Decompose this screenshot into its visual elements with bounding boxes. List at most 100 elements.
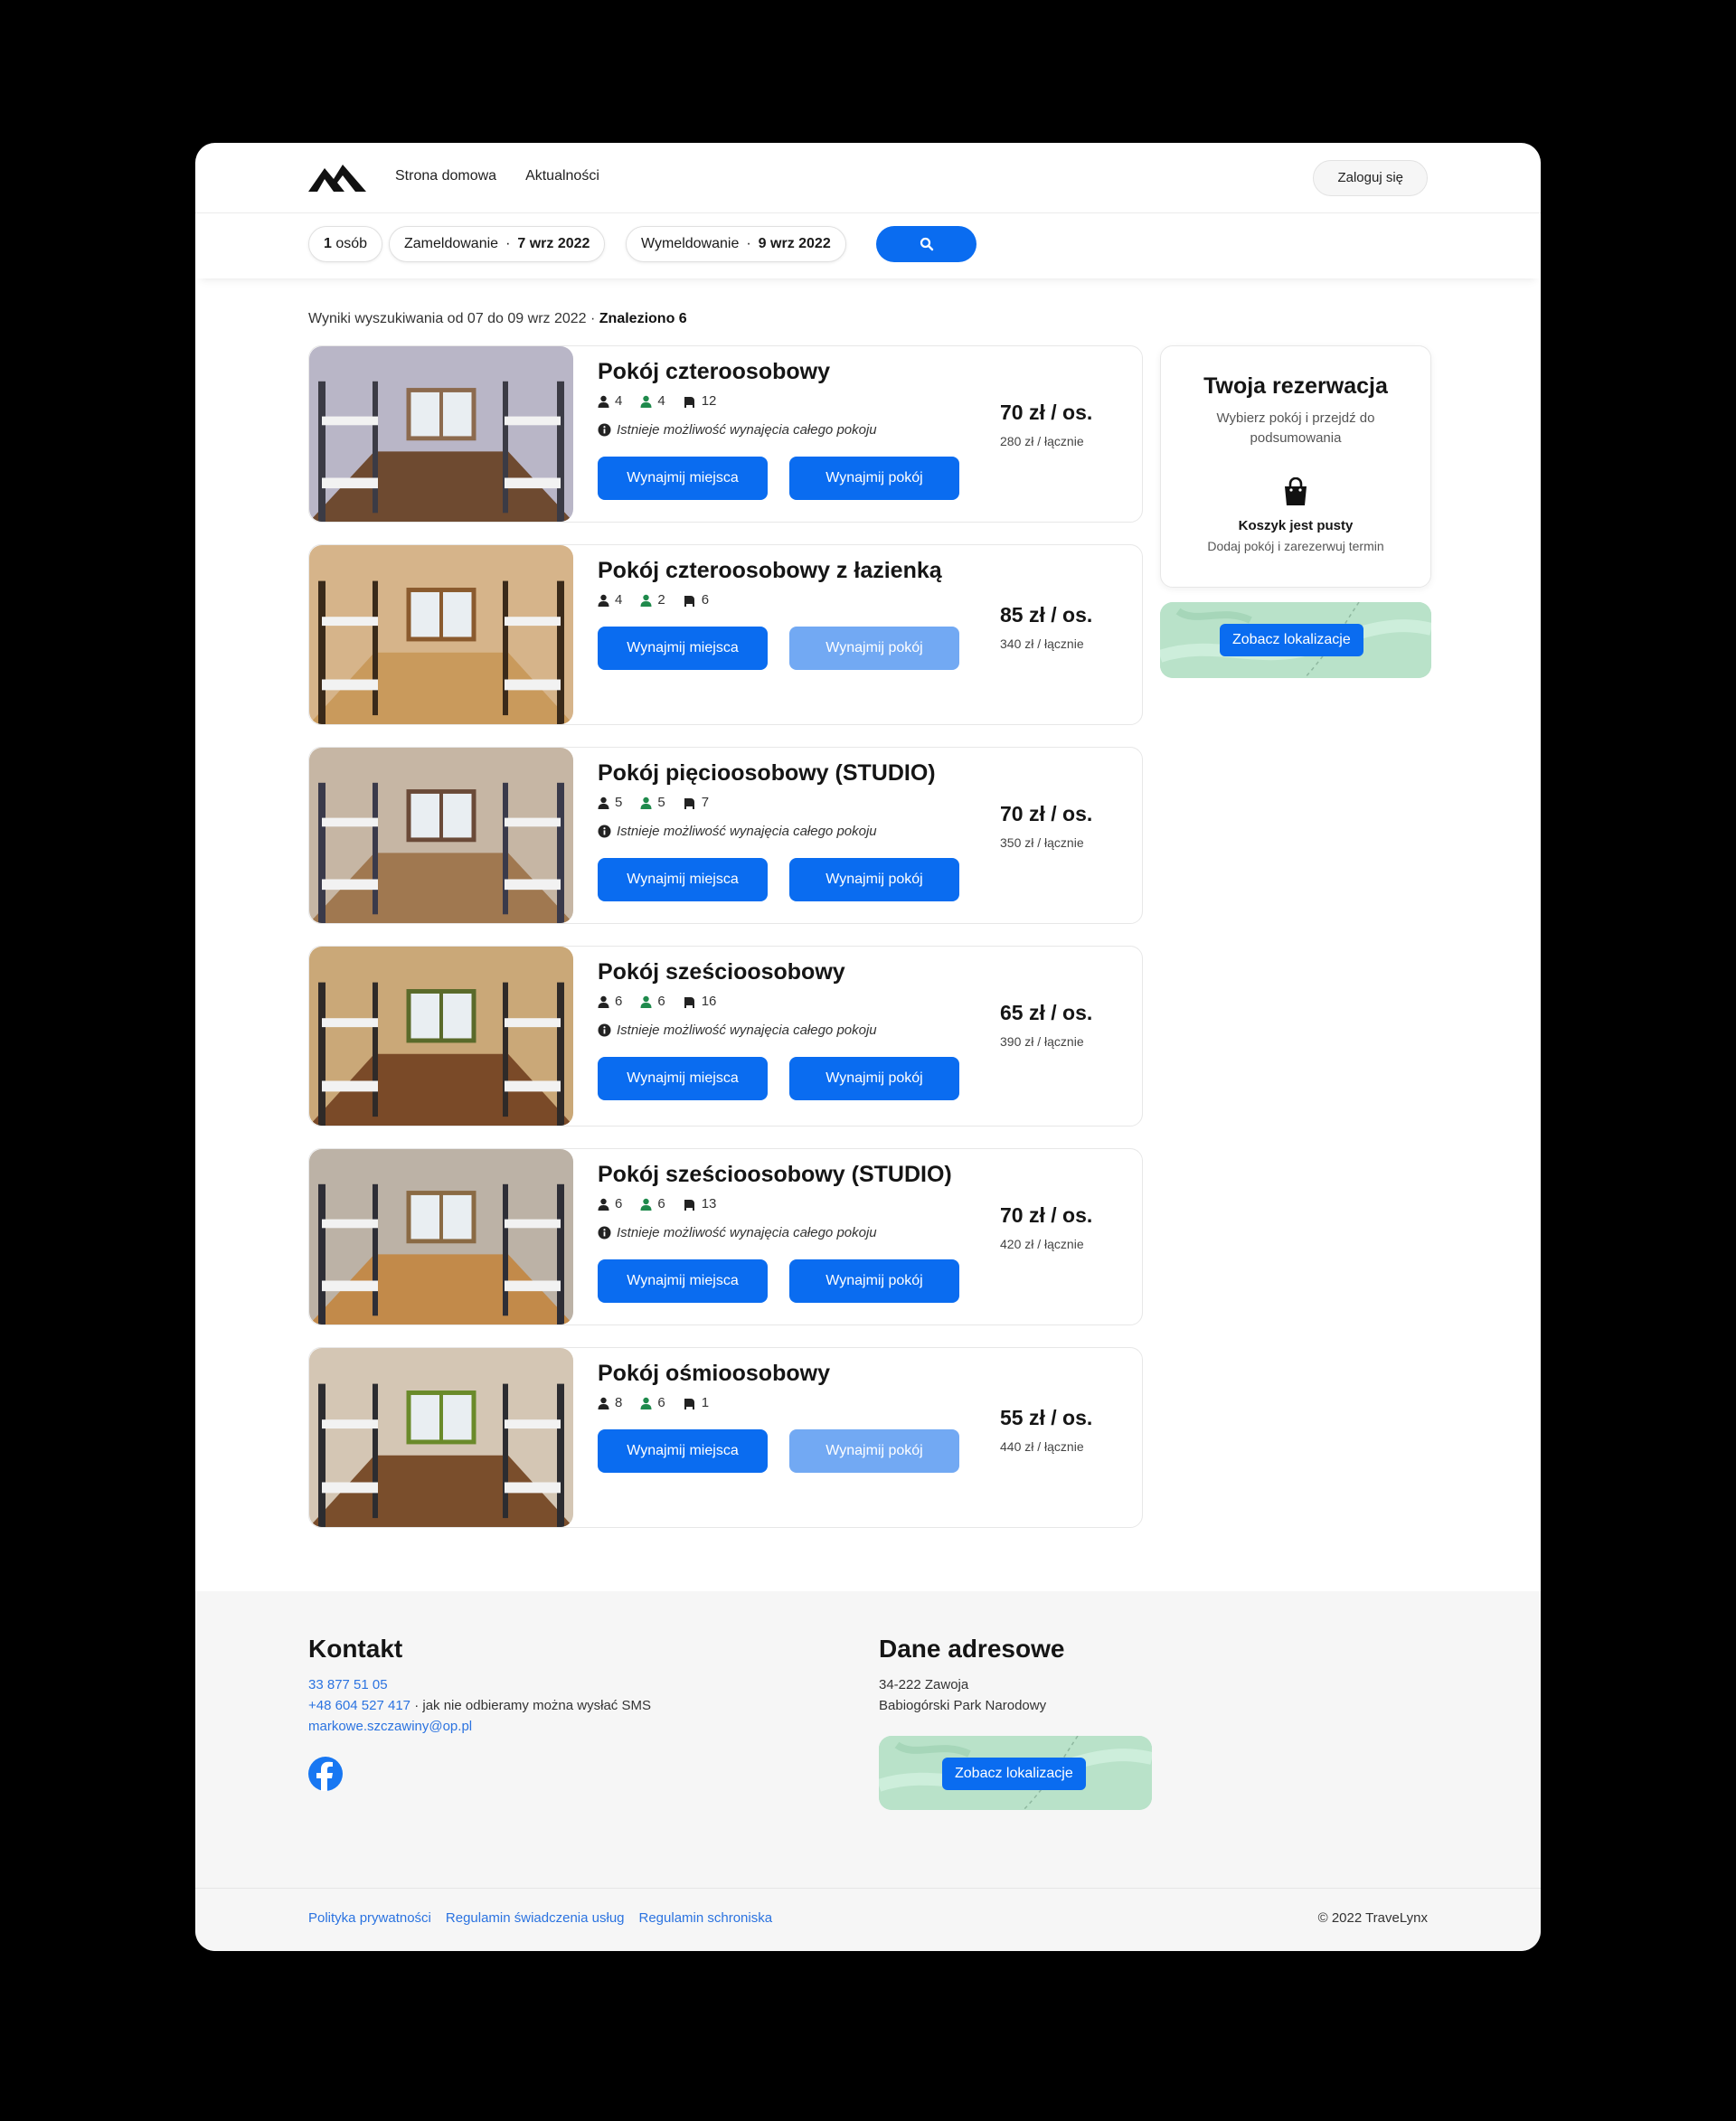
- price-total: 420 zł / łącznie: [1000, 1237, 1084, 1251]
- info-icon: [598, 825, 611, 838]
- search-icon: [920, 237, 933, 251]
- person-available-icon: [640, 1198, 652, 1211]
- beds-stat: 1: [684, 1395, 709, 1410]
- whole-room-note-text: Istnieje możliwość wynajęcia całego poko…: [617, 824, 877, 839]
- room-image[interactable]: [309, 1348, 573, 1527]
- bed-icon: [684, 797, 694, 809]
- available-stat: 6: [640, 994, 665, 1009]
- info-icon: [598, 423, 611, 437]
- copyright: © 2022 TraveLynx: [1317, 1910, 1428, 1926]
- reservation-title: Twoja rezerwacja: [1203, 373, 1388, 399]
- mountains-logo-icon[interactable]: [308, 161, 366, 195]
- room-stats: 4 4 12: [598, 393, 716, 409]
- terms-of-service-link[interactable]: Regulamin świadczenia usług: [446, 1910, 625, 1926]
- rent-places-button[interactable]: Wynajmij miejsca: [598, 457, 768, 500]
- room-image[interactable]: [309, 748, 573, 923]
- available-value: 5: [657, 795, 665, 810]
- room-photo: [309, 748, 573, 923]
- bed-icon: [684, 396, 694, 408]
- nav-link-news[interactable]: Aktualności: [525, 168, 599, 184]
- checkin-date: 7 wrz 2022: [517, 236, 590, 251]
- checkout-label: Wymeldowanie: [641, 236, 740, 251]
- rent-places-button[interactable]: Wynajmij miejsca: [598, 1259, 768, 1303]
- beds-value: 1: [701, 1395, 710, 1410]
- person-available-icon: [640, 995, 652, 1008]
- address-heading: Dane adresowe: [879, 1635, 1065, 1663]
- person-icon: [598, 995, 609, 1008]
- capacity-value: 5: [615, 795, 623, 810]
- whole-room-note: Istnieje możliwość wynajęcia całego poko…: [598, 824, 877, 839]
- room-image[interactable]: [309, 346, 573, 522]
- results-range: Wyniki wyszukiwania od 07 do 09 wrz 2022…: [308, 311, 599, 326]
- rent-room-button[interactable]: Wynajmij pokój: [789, 858, 959, 901]
- price-per-person: 70 zł / os.: [1000, 802, 1093, 825]
- footer-bottom-bar: Polityka prywatności Regulamin świadczen…: [195, 1888, 1541, 1951]
- rent-places-button[interactable]: Wynajmij miejsca: [598, 627, 768, 670]
- whole-room-note: Istnieje możliwość wynajęcia całego poko…: [598, 1023, 877, 1038]
- rent-room-button[interactable]: Wynajmij pokój: [789, 457, 959, 500]
- legal-links: Polityka prywatności Regulamin świadczen…: [308, 1910, 772, 1926]
- guests-selector[interactable]: 1 osób: [308, 226, 383, 262]
- footer: Kontakt 33 877 51 05 +48 604 527 417 · j…: [195, 1591, 1541, 1951]
- price-per-person: 85 zł / os.: [1000, 603, 1093, 627]
- checkout-selector[interactable]: Wymeldowanie · 9 wrz 2022: [626, 226, 846, 262]
- room-stats: 5 5 7: [598, 795, 709, 810]
- login-button[interactable]: Zaloguj się: [1313, 160, 1428, 196]
- search-button[interactable]: [876, 226, 976, 262]
- nav-link-home[interactable]: Strona domowa: [395, 168, 496, 184]
- price-per-person: 55 zł / os.: [1000, 1406, 1093, 1429]
- reservation-subtitle: Wybierz pokój i przejdź do podsumowania: [1216, 410, 1375, 446]
- privacy-policy-link[interactable]: Polityka prywatności: [308, 1910, 431, 1926]
- phone-link[interactable]: 33 877 51 05: [308, 1677, 388, 1692]
- hostel-rules-link[interactable]: Regulamin schroniska: [639, 1910, 773, 1926]
- address-line-1: 34-222 Zawoja: [879, 1677, 969, 1692]
- rent-room-button[interactable]: Wynajmij pokój: [789, 627, 959, 670]
- room-card: Pokój czteroosobowy z łazienką 4 2 6 Wynajmi…: [308, 544, 1143, 725]
- checkin-selector[interactable]: Zameldowanie · 7 wrz 2022: [389, 226, 606, 262]
- beds-stat: 13: [684, 1196, 716, 1211]
- price-per-person: 65 zł / os.: [1000, 1001, 1093, 1024]
- room-image[interactable]: [309, 1149, 573, 1324]
- reservation-panel: Twoja rezerwacja Wybierz pokój i przejdź…: [1160, 345, 1431, 588]
- mobile-phone-link[interactable]: +48 604 527 417: [308, 1698, 410, 1713]
- price-total: 280 zł / łącznie: [1000, 434, 1084, 448]
- whole-room-note: Istnieje możliwość wynajęcia całego poko…: [598, 422, 877, 438]
- footer-map-preview[interactable]: Zobacz lokalizacje: [879, 1736, 1152, 1810]
- room-image[interactable]: [309, 947, 573, 1126]
- search-bar: 1 osób Zameldowanie · 7 wrz 2022 Wymeldowa…: [195, 213, 1541, 278]
- beds-stat: 7: [684, 795, 709, 810]
- rent-room-button[interactable]: Wynajmij pokój: [789, 1259, 959, 1303]
- rent-room-button[interactable]: Wynajmij pokój: [789, 1429, 959, 1473]
- capacity-stat: 8: [598, 1395, 622, 1410]
- address-line-2: Babiogórski Park Narodowy: [879, 1698, 1047, 1713]
- bed-icon: [684, 595, 694, 607]
- person-icon: [598, 395, 609, 408]
- facebook-icon[interactable]: [308, 1757, 343, 1791]
- room-title: Pokój sześcioosobowy: [598, 959, 845, 985]
- beds-stat: 6: [684, 592, 709, 608]
- rent-places-button[interactable]: Wynajmij miejsca: [598, 1057, 768, 1100]
- sms-note: · jak nie odbieramy można wysłać SMS: [410, 1698, 651, 1713]
- rent-room-button[interactable]: Wynajmij pokój: [789, 1057, 959, 1100]
- beds-value: 16: [701, 994, 717, 1009]
- shopping-bag-icon: [1285, 476, 1307, 505]
- room-card: Pokój sześcioosobowy 6 6 16 Istnieje możliwo…: [308, 946, 1143, 1126]
- room-photo: [309, 1149, 573, 1324]
- beds-value: 7: [701, 795, 710, 810]
- room-image[interactable]: [309, 545, 573, 724]
- app-window: Strona domowa Aktualności Zaloguj się 1 …: [195, 143, 1541, 1951]
- map-preview[interactable]: Zobacz lokalizacje: [1160, 602, 1431, 678]
- footer-map-location-button[interactable]: Zobacz lokalizacje: [942, 1758, 1086, 1790]
- capacity-stat: 5: [598, 795, 622, 810]
- map-location-button[interactable]: Zobacz lokalizacje: [1220, 624, 1363, 656]
- beds-stat: 12: [684, 393, 716, 409]
- rent-places-button[interactable]: Wynajmij miejsca: [598, 1429, 768, 1473]
- room-card: Pokój pięcioosobowy (STUDIO) 5 5 7 Istnieje …: [308, 747, 1143, 924]
- room-title: Pokój czteroosobowy: [598, 359, 830, 384]
- room-card: Pokój sześcioosobowy (STUDIO) 6 6 13 Istniej…: [308, 1148, 1143, 1325]
- cart-empty-label: Koszyk jest pusty: [1238, 518, 1354, 533]
- results-count: Znaleziono 6: [599, 311, 687, 326]
- rent-places-button[interactable]: Wynajmij miejsca: [598, 858, 768, 901]
- email-link[interactable]: markowe.szczawiny@op.pl: [308, 1719, 472, 1734]
- capacity-value: 4: [615, 393, 623, 409]
